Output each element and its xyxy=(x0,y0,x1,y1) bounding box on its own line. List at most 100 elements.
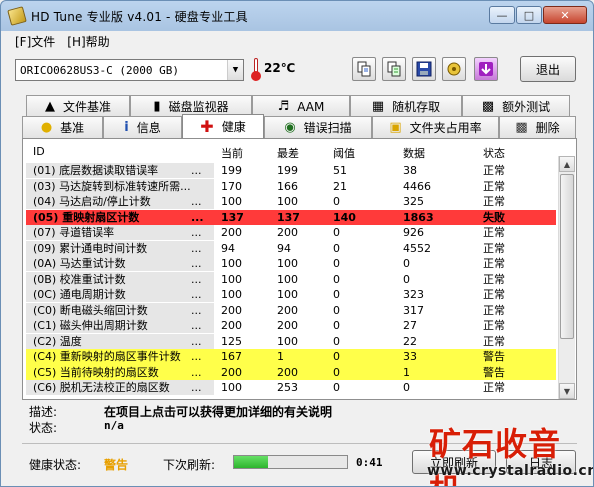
tab-aam[interactable]: ♬ AAM xyxy=(252,95,350,117)
table-rows: (01) 底层数据读取错误率... 199 199 51 38 正常 (03) 马达旋转到标… xyxy=(26,163,556,396)
table-row[interactable]: (03) 马达旋转到标准转速所需... 170 166 21 4466 正常 xyxy=(26,178,556,195)
row-data: 1 xyxy=(403,365,410,379)
tab-folder-usage[interactable]: ▣ 文件夹占用率 xyxy=(372,116,499,138)
row-status: 正常 xyxy=(483,164,505,177)
drive-select[interactable]: ORICO0628US3-C (2000 GB) ▼ xyxy=(15,59,244,81)
row-cur: 94 xyxy=(221,241,235,255)
col-worst[interactable]: 最差 xyxy=(277,145,299,161)
row-ellipsis: ... xyxy=(191,195,202,208)
tab-benchmark[interactable]: ● 基准 xyxy=(22,116,103,138)
col-id[interactable]: ID xyxy=(33,145,45,158)
minimize-button[interactable]: — xyxy=(489,6,515,24)
table-row[interactable]: (0A) 马达重试计数... 100 100 0 0 正常 xyxy=(26,256,556,272)
download-button[interactable] xyxy=(474,57,498,81)
table-row[interactable]: (C1) 磁头伸出周期计数... 200 200 0 27 正常 xyxy=(26,318,556,334)
copy-all-icon xyxy=(387,61,401,77)
save-button[interactable] xyxy=(412,57,436,81)
table-row[interactable]: (0C) 通电周期计数... 100 100 0 323 正常 xyxy=(26,287,556,303)
table-row[interactable]: (0B) 校准重试计数... 100 100 0 0 正常 xyxy=(26,271,556,288)
row-ellipsis: ... xyxy=(191,210,204,224)
tab-health[interactable]: ✚ 健康 xyxy=(182,114,264,138)
exit-button[interactable]: 退出 xyxy=(520,56,576,82)
row-status: 正常 xyxy=(483,179,505,193)
table-row[interactable]: (C6) 脱机无法校正的扇区数... 100 253 0 0 正常 xyxy=(26,380,556,396)
row-data: 323 xyxy=(403,288,424,301)
row-attribute-name: (09) 累计通电时间计数 xyxy=(33,241,148,255)
tab-erase[interactable]: ▩ 删除 xyxy=(499,116,576,138)
log-button[interactable]: 日志 xyxy=(506,450,576,474)
table-row[interactable]: (09) 累计通电时间计数... 94 94 0 4552 正常 xyxy=(26,240,556,257)
tab-info[interactable]: i 信息 xyxy=(103,116,182,138)
row-thr: 0 xyxy=(333,226,340,239)
row-thr: 0 xyxy=(333,350,340,363)
tab-random-access[interactable]: ▦ 随机存取 xyxy=(350,95,462,117)
refresh-progress-fill xyxy=(234,456,268,468)
row-status: 正常 xyxy=(483,288,505,301)
trash-icon: ▩ xyxy=(515,120,528,135)
table-row[interactable]: (C2) 温度... 125 100 0 22 正常 xyxy=(26,333,556,350)
tab-label: 随机存取 xyxy=(392,100,441,114)
table-row[interactable]: (C0) 断电磁头缩回计数... 200 200 0 317 正常 xyxy=(26,302,556,319)
floppy-disk-icon xyxy=(416,61,432,77)
row-status: 失败 xyxy=(483,210,505,224)
tab-label: 基准 xyxy=(60,121,85,135)
table-row[interactable]: (05) 重映射扇区计数... 137 137 140 1863 失败 xyxy=(26,209,556,225)
menu-help[interactable]: [H]帮助 xyxy=(67,33,109,50)
refresh-now-button[interactable]: 立即刷新 xyxy=(412,450,496,474)
refresh-progress-bar xyxy=(233,455,348,469)
col-status[interactable]: 状态 xyxy=(483,145,505,161)
col-data[interactable]: 数据 xyxy=(403,145,425,161)
health-status-value: 警告 xyxy=(104,458,129,472)
scroll-up-icon[interactable]: ▲ xyxy=(559,156,575,172)
row-cur: 100 xyxy=(221,195,242,208)
options-button[interactable] xyxy=(442,57,466,81)
col-threshold[interactable]: 阈值 xyxy=(333,145,355,161)
row-attribute-name: (03) 马达旋转到标准转速所需... xyxy=(33,179,191,193)
copy-info-button[interactable] xyxy=(352,57,376,81)
row-ellipsis: ... xyxy=(191,303,202,317)
row-ellipsis: ... xyxy=(191,272,202,286)
table-row[interactable]: (C4) 重新映射的扇区事件计数... 167 1 0 33 警告 xyxy=(26,349,556,365)
row-thr: 0 xyxy=(333,319,340,332)
chevron-down-icon[interactable]: ▼ xyxy=(227,60,243,80)
maximize-button[interactable]: □ xyxy=(516,6,542,24)
scroll-thumb[interactable] xyxy=(560,174,574,339)
table-row[interactable]: (01) 底层数据读取错误率... 199 199 51 38 正常 xyxy=(26,163,556,179)
row-status: 正常 xyxy=(483,257,505,270)
copy-all-button[interactable] xyxy=(382,57,406,81)
toolbar: ORICO0628US3-C (2000 GB) ▼ 22℃ 退出 xyxy=(1,51,593,89)
tab-row-bottom: ● 基准 i 信息 ✚ 健康 ◉ 错误扫描 ▣ 文件夹占用率 ▩ 删除 xyxy=(22,114,576,138)
tab-label: 文件基准 xyxy=(62,100,111,114)
table-row[interactable]: (07) 寻道错误率... 200 200 0 926 正常 xyxy=(26,225,556,241)
row-status: 正常 xyxy=(483,334,505,348)
row-status: 正常 xyxy=(483,272,505,286)
row-attribute-name: (05) 重映射扇区计数 xyxy=(33,210,140,224)
table-row[interactable]: (04) 马达启动/停止计数... 100 100 0 325 正常 xyxy=(26,194,556,210)
tab-extra-tests[interactable]: ▩ 额外测试 xyxy=(462,95,570,117)
table-row[interactable]: (C5) 当前待映射的扇区数... 200 200 0 1 警告 xyxy=(26,364,556,380)
menu-file[interactable]: [F]文件 xyxy=(15,33,55,50)
health-cross-icon: ✚ xyxy=(200,117,214,136)
row-thr: 51 xyxy=(333,164,347,177)
row-status: 警告 xyxy=(483,350,505,363)
scroll-down-icon[interactable]: ▼ xyxy=(559,383,575,399)
row-thr: 0 xyxy=(333,195,340,208)
tab-error-scan[interactable]: ◉ 错误扫描 xyxy=(264,116,372,138)
tab-label: 磁盘监视器 xyxy=(168,100,229,114)
next-refresh-label: 下次刷新: xyxy=(163,458,216,472)
row-data: 926 xyxy=(403,226,424,239)
row-thr: 0 xyxy=(333,257,340,270)
tab-file-benchmark[interactable]: ▲ 文件基准 xyxy=(26,95,130,117)
vertical-scrollbar[interactable]: ▲ ▼ xyxy=(558,156,575,399)
row-status: 正常 xyxy=(483,241,505,255)
row-thr: 0 xyxy=(333,365,340,379)
temperature-value: 22℃ xyxy=(264,61,296,75)
col-current[interactable]: 当前 xyxy=(221,145,243,161)
tab-label: 信息 xyxy=(136,121,161,135)
row-cur: 100 xyxy=(221,381,242,394)
row-cur: 200 xyxy=(221,303,242,317)
close-button[interactable]: ✕ xyxy=(543,6,587,24)
row-cur: 200 xyxy=(221,226,242,239)
description-value: 在项目上点击可以获得更加详细的有关说明 xyxy=(104,405,333,419)
row-worst: 100 xyxy=(277,334,298,348)
